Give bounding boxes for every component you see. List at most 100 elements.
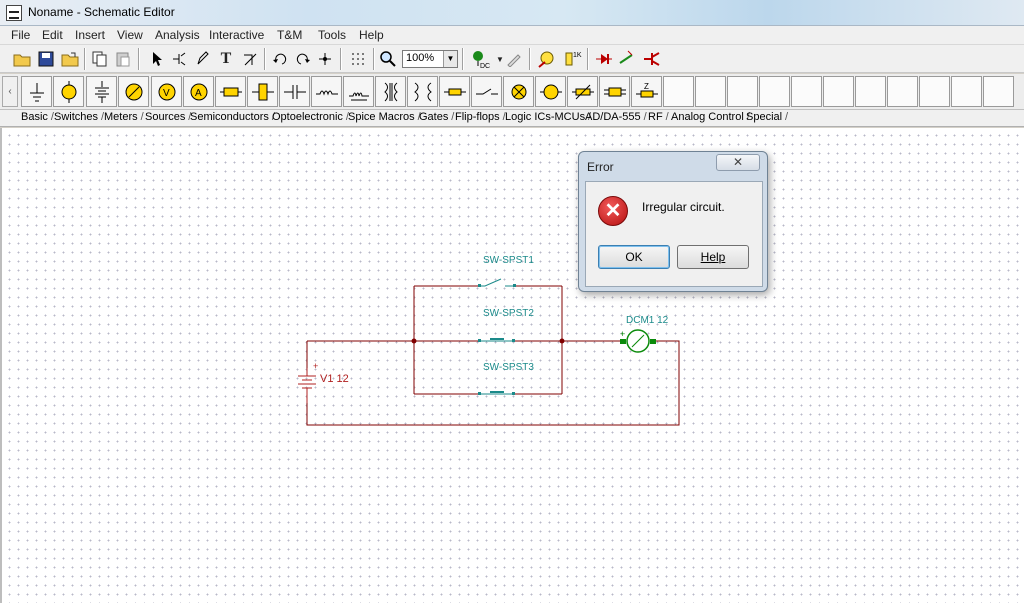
pencil-icon[interactable] xyxy=(193,49,213,69)
dc-motor-symbol xyxy=(620,329,656,353)
error-dialog: Error ✕ ✕ Irregular circuit. OK Help xyxy=(578,151,768,292)
toolbar-separator xyxy=(84,48,86,70)
tab-sources[interactable]: Sources xyxy=(142,111,192,126)
potentiometer-icon[interactable] xyxy=(247,76,278,107)
variable-resistor-icon[interactable] xyxy=(567,76,598,107)
close-icon[interactable]: ✕ xyxy=(716,154,760,171)
undo-icon[interactable] xyxy=(270,49,290,69)
lamp-icon[interactable] xyxy=(503,76,534,107)
dc-analysis-icon[interactable]: DC xyxy=(470,49,490,69)
empty-slot xyxy=(855,76,886,107)
diode-icon[interactable] xyxy=(594,49,614,69)
tab-switches[interactable]: Switches xyxy=(51,111,104,126)
tab-logic-ics[interactable]: Logic ICs-MCUs xyxy=(502,111,591,126)
schematic-canvas[interactable]: SW-SPST1 SW-SPST2 SW-SPST3 DCM1 12 V1 12… xyxy=(0,128,1024,603)
motor-label: DCM1 12 xyxy=(626,315,669,326)
tab-semiconductors[interactable]: Semiconductors xyxy=(187,111,275,126)
tab-ad-da[interactable]: AD/DA-555 xyxy=(582,111,646,126)
toolbar-separator xyxy=(264,48,266,70)
transformer-icon[interactable] xyxy=(375,76,406,107)
save-icon[interactable] xyxy=(36,49,56,69)
capacitor-icon[interactable] xyxy=(279,76,310,107)
wire-tool-icon[interactable] xyxy=(169,49,189,69)
zoom-dropdown-icon[interactable]: ▼ xyxy=(443,51,457,67)
delete-wire-icon[interactable] xyxy=(240,49,260,69)
title-bar: Noname - Schematic Editor xyxy=(0,0,1024,26)
menu-tools[interactable]: Tools xyxy=(318,28,346,42)
switch-sw2 xyxy=(480,338,514,342)
resistor-icon[interactable] xyxy=(215,76,246,107)
zoom-icon[interactable] xyxy=(378,49,398,69)
menu-help[interactable]: Help xyxy=(359,28,384,42)
tab-optoelectronic[interactable]: Optoelectronic xyxy=(269,111,349,126)
redo-icon[interactable] xyxy=(293,49,313,69)
grid-icon[interactable] xyxy=(348,49,368,69)
app-icon xyxy=(6,5,22,21)
junction-icon[interactable] xyxy=(315,49,335,69)
empty-slot xyxy=(663,76,694,107)
toolbar-separator xyxy=(462,48,464,70)
empty-slot xyxy=(951,76,982,107)
tab-special[interactable]: Special xyxy=(743,111,788,126)
help-button-label: Help xyxy=(700,250,726,264)
fuse-icon[interactable] xyxy=(439,76,470,107)
voltmeter-icon[interactable]: V xyxy=(151,76,182,107)
menu-view[interactable]: View xyxy=(117,28,143,42)
battery-symbol xyxy=(298,368,316,403)
select-pointer-icon[interactable] xyxy=(147,49,167,69)
transistor-icon[interactable] xyxy=(642,49,662,69)
menu-analysis[interactable]: Analysis xyxy=(155,28,200,42)
probe-icon[interactable] xyxy=(504,49,524,69)
motor-icon[interactable] xyxy=(535,76,566,107)
battery-icon[interactable] xyxy=(86,76,117,107)
source-label: V1 12 xyxy=(320,373,349,385)
inductor-icon[interactable] xyxy=(311,76,342,107)
menu-tm[interactable]: T&M xyxy=(277,28,302,42)
toolbar-separator xyxy=(340,48,342,70)
tab-flip-flops[interactable]: Flip-flops xyxy=(452,111,505,126)
tab-analog-control[interactable]: Analog Control xyxy=(668,111,750,126)
coil-icon[interactable] xyxy=(343,76,374,107)
empty-slot xyxy=(791,76,822,107)
open-icon[interactable] xyxy=(60,49,80,69)
empty-slot xyxy=(727,76,758,107)
plus-sign: + xyxy=(313,361,319,371)
help-button[interactable]: Help xyxy=(677,245,749,269)
copy-icon[interactable] xyxy=(90,49,110,69)
paste-icon[interactable] xyxy=(113,49,133,69)
ok-button[interactable]: OK xyxy=(598,245,670,269)
menu-file[interactable]: File xyxy=(11,28,30,42)
tab-spice-macros[interactable]: Spice Macros xyxy=(345,111,420,126)
tab-basic[interactable]: Basic xyxy=(18,111,54,126)
transformer-core-icon[interactable] xyxy=(407,76,438,107)
led-icon[interactable] xyxy=(618,49,638,69)
tab-meters[interactable]: Meters xyxy=(101,111,143,126)
switch3-label: SW-SPST3 xyxy=(483,362,534,373)
ammeter-icon[interactable]: A xyxy=(183,76,214,107)
dialog-title: Error xyxy=(587,160,614,174)
switch2-label: SW-SPST2 xyxy=(483,308,534,319)
open-folder-icon[interactable] xyxy=(12,49,32,69)
current-source-icon[interactable] xyxy=(118,76,149,107)
junction-dot xyxy=(411,338,417,344)
toolbar-separator xyxy=(373,48,375,70)
empty-slot xyxy=(823,76,854,107)
tab-rf[interactable]: RF xyxy=(645,111,668,126)
voltage-pin-icon[interactable] xyxy=(537,49,557,69)
scroll-left-icon[interactable]: ‹ xyxy=(2,76,18,107)
text-tool-icon[interactable]: T xyxy=(216,49,236,69)
menu-interactive[interactable]: Interactive xyxy=(209,28,264,42)
battery-source-icon[interactable] xyxy=(53,76,84,107)
svg-text:Z: Z xyxy=(644,82,649,91)
menu-edit[interactable]: Edit xyxy=(42,28,63,42)
switch-icon[interactable] xyxy=(471,76,502,107)
impedance-icon[interactable]: Z xyxy=(631,76,662,107)
component-tabs: Basic Switches Meters Sources Semiconduc… xyxy=(0,110,1024,127)
menu-insert[interactable]: Insert xyxy=(75,28,105,42)
ground-icon[interactable] xyxy=(21,76,52,107)
resistor-value-icon[interactable]: 1K xyxy=(562,49,582,69)
junction-dot xyxy=(559,338,565,344)
relay-icon[interactable] xyxy=(599,76,630,107)
tab-gates[interactable]: Gates xyxy=(416,111,455,126)
zoom-select[interactable]: 100% ▼ xyxy=(402,50,458,68)
